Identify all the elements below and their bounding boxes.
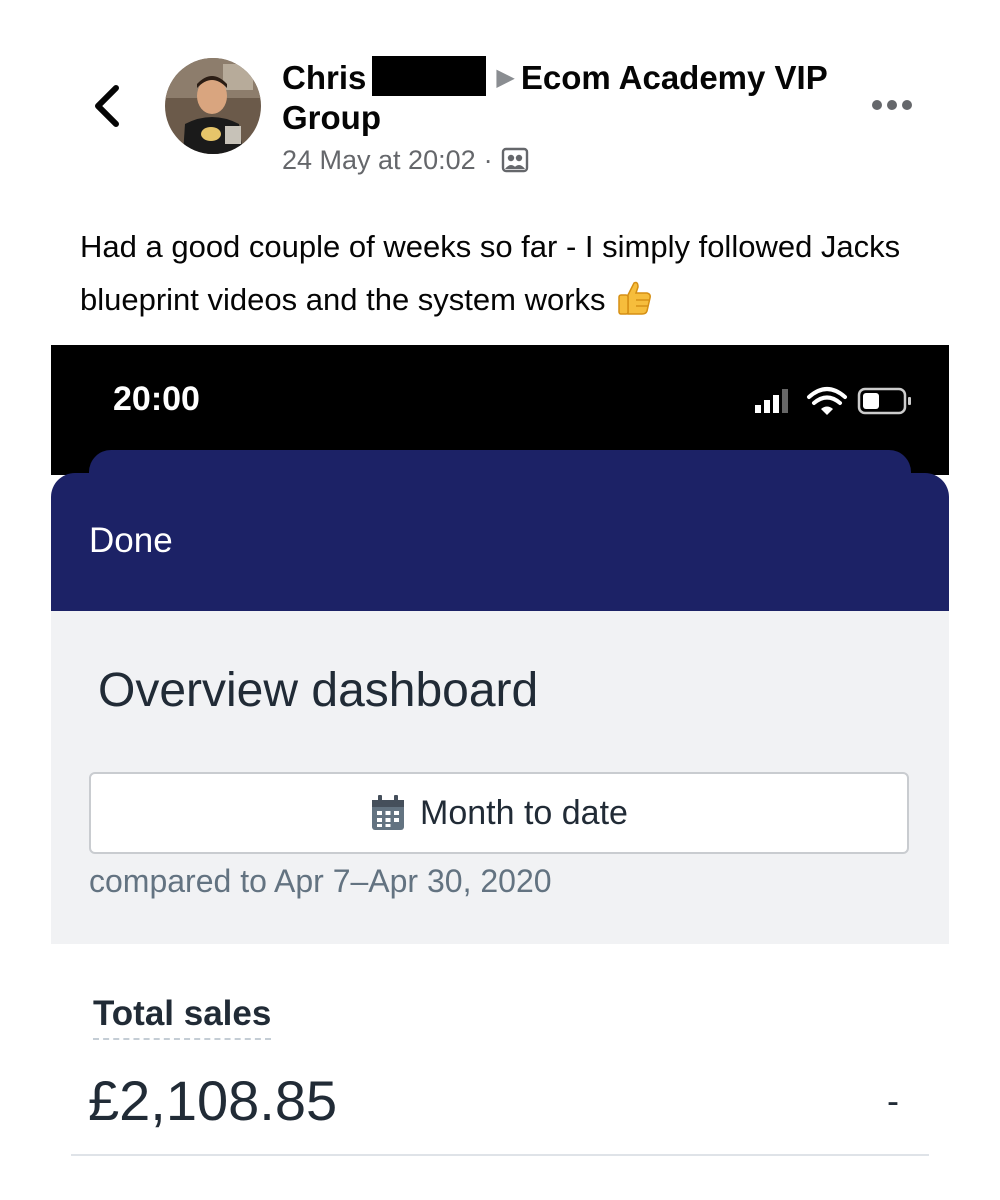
attached-screenshot[interactable]: 20:00 Done Overview dashboard Month to d… — [51, 345, 949, 1160]
post-timestamp[interactable]: 24 May at 20:02 — [282, 142, 476, 178]
post-text: Had a good couple of weeks so far - I si… — [80, 220, 940, 326]
cellular-signal-icon — [755, 389, 788, 413]
chevron-left-icon — [86, 80, 130, 132]
date-range-button[interactable]: Month to date — [89, 772, 909, 854]
back-button[interactable] — [86, 80, 130, 132]
dashboard-header: Overview dashboard Month to date compare… — [51, 611, 949, 944]
modal-nav-bar: Done — [51, 473, 949, 611]
more-options-button[interactable] — [870, 92, 914, 118]
post-header: Chris ▶ Ecom Academy VIP Group 24 May at 2… — [282, 56, 842, 178]
dashboard-title: Overview dashboard — [98, 664, 539, 717]
total-sales-card: Total sales £2,108.85 - — [51, 944, 949, 1160]
total-sales-label[interactable]: Total sales — [93, 994, 272, 1040]
status-icons — [751, 383, 921, 419]
arrow-right-icon: ▶ — [496, 64, 515, 91]
section-divider — [71, 1154, 929, 1156]
group-audience-icon — [501, 146, 529, 174]
thumbs-up-emoji-icon — [614, 278, 654, 318]
author-line: Chris ▶ Ecom Academy VIP Group — [282, 56, 842, 138]
date-range-label: Month to date — [420, 793, 628, 832]
calendar-icon — [370, 794, 420, 832]
battery-icon — [857, 387, 911, 415]
more-options-icon — [870, 92, 914, 118]
comparison-period: compared to Apr 7–Apr 30, 2020 — [89, 863, 552, 899]
redacted-surname — [372, 56, 487, 96]
author-avatar[interactable] — [165, 58, 261, 154]
total-sales-value: £2,108.85 — [88, 1069, 338, 1132]
author-name[interactable]: Chris — [282, 59, 366, 96]
total-sales-change: - — [887, 1080, 899, 1121]
done-button[interactable]: Done — [89, 521, 173, 561]
status-time: 20:00 — [113, 380, 200, 418]
post-text-content: Had a good couple of weeks so far - I si… — [80, 229, 901, 317]
wifi-icon — [807, 387, 847, 415]
meta-separator: · — [483, 145, 493, 175]
post-meta: 24 May at 20:02 · — [282, 142, 842, 178]
